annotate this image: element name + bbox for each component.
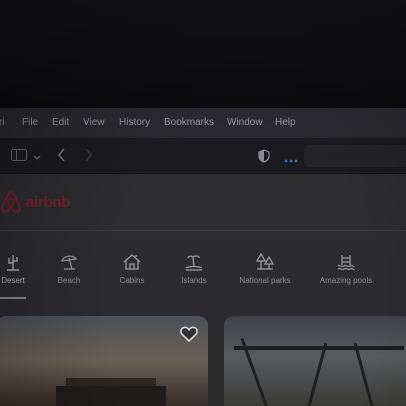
category-national-parks[interactable]: National parks — [234, 252, 296, 285]
sidebar-icon[interactable] — [11, 149, 27, 163]
airbnb-wordmark: airbnb — [26, 193, 71, 211]
forward-icon[interactable] — [84, 148, 92, 164]
back-icon[interactable] — [58, 148, 66, 164]
menu-bar: ri File Edit View History Bookmarks Wind… — [0, 108, 406, 138]
heart-icon[interactable] — [180, 326, 198, 347]
park-icon — [255, 252, 275, 270]
airbnb-logo[interactable]: airbnb — [0, 190, 70, 214]
address-bar[interactable] — [304, 145, 406, 167]
active-category-underline — [0, 297, 26, 299]
category-label: Desert — [1, 276, 25, 285]
umbrella-icon — [61, 255, 78, 270]
airbnb-logo-icon — [1, 190, 21, 213]
menu-file[interactable]: File — [22, 117, 38, 128]
chevron-down-icon[interactable] — [33, 151, 41, 163]
category-label: Cabins — [119, 276, 145, 285]
menu-app-name[interactable]: ri — [0, 117, 5, 128]
menu-edit[interactable]: Edit — [52, 117, 69, 128]
category-amazing-pools[interactable]: Amazing pools — [314, 252, 378, 285]
cabin-icon — [123, 254, 141, 270]
category-beach[interactable]: Beach — [54, 252, 84, 285]
privacy-shield-icon[interactable] — [258, 149, 270, 165]
menu-history[interactable]: History — [119, 117, 150, 128]
category-islands[interactable]: Islands — [176, 252, 212, 285]
header-divider — [0, 230, 406, 231]
category-label: Beach — [57, 276, 81, 285]
screen-bezel — [0, 0, 406, 108]
menu-view[interactable]: View — [83, 117, 105, 128]
category-label: Islands — [181, 276, 207, 285]
pool-icon — [337, 255, 355, 271]
airbnb-page: airbnb Desert Beach Cabins Islands Natio… — [0, 174, 406, 406]
category-cabins[interactable]: Cabins — [114, 252, 150, 285]
menu-window[interactable]: Window — [227, 117, 263, 128]
listing-photo-beam — [353, 342, 378, 406]
category-label: Amazing pools — [319, 276, 373, 285]
menu-bookmarks[interactable]: Bookmarks — [164, 117, 214, 128]
category-desert[interactable]: Desert — [0, 252, 28, 285]
listing-photo-beam — [234, 346, 404, 350]
category-label: National parks — [239, 276, 291, 285]
browser-toolbar — [0, 138, 406, 174]
listing-photo-building — [56, 386, 166, 406]
listing-photo-beam — [303, 342, 328, 406]
listing-card[interactable] — [0, 316, 208, 406]
menu-help[interactable]: Help — [275, 117, 296, 128]
more-icon[interactable] — [284, 153, 298, 165]
listing-card[interactable] — [224, 316, 406, 406]
cactus-icon — [7, 255, 19, 271]
island-icon — [185, 255, 203, 271]
